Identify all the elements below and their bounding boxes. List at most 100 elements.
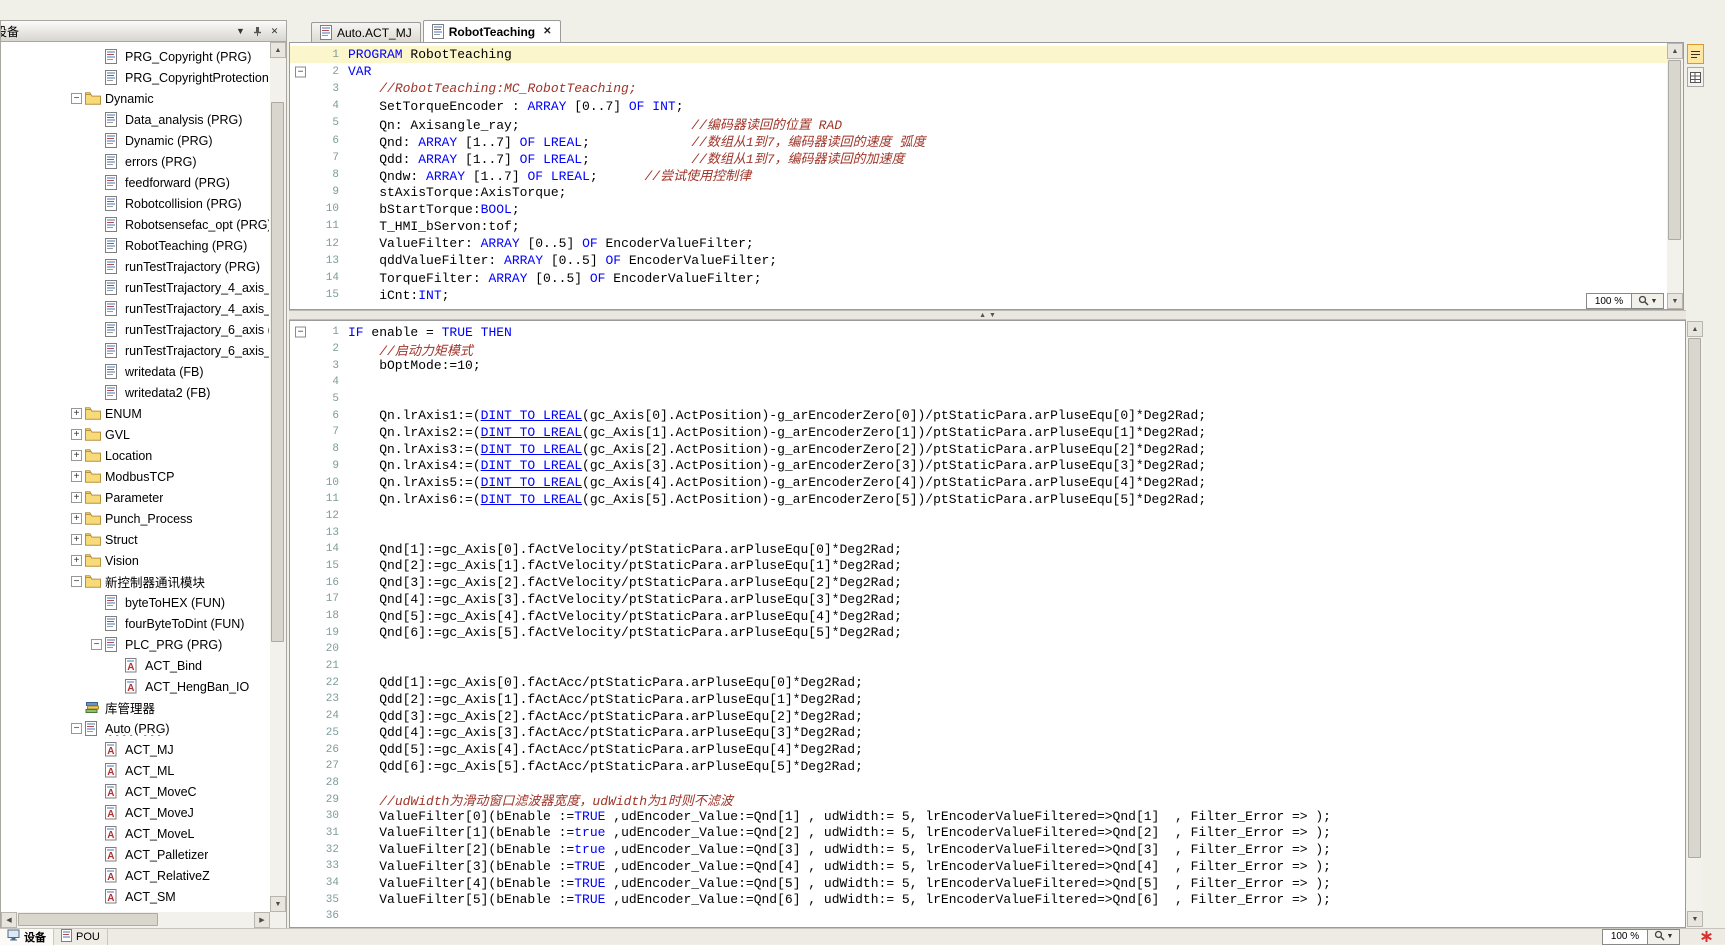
- scrollbar-thumb[interactable]: [271, 102, 284, 642]
- tree-vertical-scrollbar[interactable]: ▲ ▼: [270, 42, 286, 912]
- scroll-down-icon[interactable]: ▼: [1687, 911, 1703, 927]
- collapse-icon[interactable]: −: [71, 576, 82, 587]
- code-line-11[interactable]: 11 Qn.lrAxis6:=(DINT_TO_LREAL(gc_Axis[5]…: [290, 491, 1685, 508]
- expand-icon[interactable]: +: [71, 534, 82, 545]
- code-line-5[interactable]: 5 Qn: Axisangle_ray; //编码器读回的位置 RAD: [290, 115, 1683, 132]
- tree-item-ACT_MJ[interactable]: AACT_MJ: [1, 739, 269, 760]
- code-text[interactable]: Qn.lrAxis4:=(DINT_TO_LREAL(gc_Axis[3].Ac…: [348, 458, 1206, 473]
- tree-item-Dynamic[interactable]: −Dynamic: [1, 88, 269, 109]
- code-text[interactable]: Qn: Axisangle_ray; //编码器读回的位置 RAD: [348, 114, 842, 133]
- code-text[interactable]: ValueFilter[4](bEnable :=TRUE ,udEncoder…: [348, 876, 1331, 891]
- code-line-13[interactable]: 13: [290, 524, 1685, 541]
- code-line-25[interactable]: 25 Qdd[4]:=gc_Axis[3].fActAcc/ptStaticPa…: [290, 725, 1685, 742]
- code-line-8[interactable]: 8 Qn.lrAxis3:=(DINT_TO_LREAL(gc_Axis[2].…: [290, 441, 1685, 458]
- scroll-right-icon[interactable]: ▶: [254, 912, 270, 928]
- tree-item-errors (PRG)[interactable]: errors (PRG): [1, 151, 269, 172]
- code-text[interactable]: Qdd[4]:=gc_Axis[3].fActAcc/ptStaticPara.…: [348, 725, 863, 740]
- code-line-16[interactable]: 16 Qnd[3]:=gc_Axis[2].fActVelocity/ptSta…: [290, 574, 1685, 591]
- tree-item-Dynamic (PRG)[interactable]: Dynamic (PRG): [1, 130, 269, 151]
- code-line-35[interactable]: 35 ValueFilter[5](bEnable :=TRUE ,udEnco…: [290, 891, 1685, 908]
- tree-item-writedata (FB)[interactable]: writedata (FB): [1, 361, 269, 382]
- code-text[interactable]: VAR: [348, 64, 371, 79]
- tree-item-库管理器[interactable]: 库管理器: [1, 697, 269, 718]
- expand-icon[interactable]: +: [71, 555, 82, 566]
- code-line-13[interactable]: 13 qddValueFilter: ARRAY [0..5] OF Encod…: [290, 252, 1683, 269]
- code-text[interactable]: ValueFilter[5](bEnable :=TRUE ,udEncoder…: [348, 892, 1331, 907]
- code-line-19[interactable]: 19 Qnd[6]:=gc_Axis[5].fActVelocity/ptSta…: [290, 624, 1685, 641]
- expand-icon[interactable]: +: [71, 513, 82, 524]
- code-line-2[interactable]: −2VAR: [290, 63, 1683, 80]
- code-line-15[interactable]: 15 Qnd[2]:=gc_Axis[1].fActVelocity/ptSta…: [290, 558, 1685, 575]
- scrollbar-thumb[interactable]: [1668, 60, 1681, 240]
- code-text[interactable]: Qnd: ARRAY [1..7] OF LREAL; //数组从1到7，编码器…: [348, 131, 925, 150]
- tree-item-runTestTrajactory_6_axis_SF[interactable]: runTestTrajactory_6_axis_SF: [1, 340, 269, 361]
- devices-tab[interactable]: 设备: [0, 929, 54, 945]
- tree-item-Auto (PRG)[interactable]: −Auto (PRG): [1, 718, 269, 739]
- code-line-3[interactable]: 3 //RobotTeaching:MC_RobotTeaching;: [290, 80, 1683, 97]
- code-line-4[interactable]: 4: [290, 374, 1685, 391]
- code-text[interactable]: Qn.lrAxis1:=(DINT_TO_LREAL(gc_Axis[0].Ac…: [348, 408, 1206, 423]
- tree-item-Punch_Process[interactable]: +Punch_Process: [1, 508, 269, 529]
- declaration-scrollbar[interactable]: ▲ ▼: [1667, 43, 1683, 309]
- code-text[interactable]: Qdd[1]:=gc_Axis[0].fActAcc/ptStaticPara.…: [348, 675, 863, 690]
- code-text[interactable]: ValueFilter: ARRAY [0..5] OF EncoderValu…: [348, 236, 754, 251]
- code-text[interactable]: Qdd: ARRAY [1..7] OF LREAL; //数组从1到7，编码器…: [348, 148, 905, 167]
- code-line-11[interactable]: 11 T_HMI_bServon:tof;: [290, 218, 1683, 235]
- code-text[interactable]: ValueFilter[3](bEnable :=TRUE ,udEncoder…: [348, 859, 1331, 874]
- code-text[interactable]: ValueFilter[1](bEnable :=true ,udEncoder…: [348, 825, 1331, 840]
- code-text[interactable]: Qn.lrAxis5:=(DINT_TO_LREAL(gc_Axis[4].Ac…: [348, 475, 1206, 490]
- code-text[interactable]: Qdd[2]:=gc_Axis[1].fActAcc/ptStaticPara.…: [348, 692, 863, 707]
- code-text[interactable]: TorqueFilter: ARRAY [0..5] OF EncoderVal…: [348, 271, 762, 286]
- code-line-15[interactable]: 15 iCnt:INT;: [290, 287, 1683, 304]
- scroll-down-icon[interactable]: ▼: [270, 896, 286, 912]
- code-text[interactable]: Qnd[1]:=gc_Axis[0].fActVelocity/ptStatic…: [348, 542, 902, 557]
- code-line-26[interactable]: 26 Qdd[5]:=gc_Axis[4].fActAcc/ptStaticPa…: [290, 741, 1685, 758]
- code-line-14[interactable]: 14 TorqueFilter: ARRAY [0..5] OF Encoder…: [290, 269, 1683, 286]
- code-text[interactable]: bOptMode:=10;: [348, 358, 481, 373]
- code-line-12[interactable]: 12 ValueFilter: ARRAY [0..5] OF EncoderV…: [290, 235, 1683, 252]
- code-text[interactable]: Qnd[6]:=gc_Axis[5].fActVelocity/ptStatic…: [348, 625, 902, 640]
- tree-item-ACT_Bind[interactable]: AACT_Bind: [1, 655, 269, 676]
- code-line-36[interactable]: 36: [290, 908, 1685, 925]
- close-icon[interactable]: ✕: [266, 23, 283, 39]
- code-text[interactable]: Qnd[2]:=gc_Axis[1].fActVelocity/ptStatic…: [348, 558, 902, 573]
- tree-item-GVL[interactable]: +GVL: [1, 424, 269, 445]
- code-text[interactable]: PROGRAM RobotTeaching: [348, 47, 512, 62]
- code-line-34[interactable]: 34 ValueFilter[4](bEnable :=TRUE ,udEnco…: [290, 875, 1685, 892]
- expand-icon[interactable]: +: [71, 429, 82, 440]
- code-line-31[interactable]: 31 ValueFilter[1](bEnable :=true ,udEnco…: [290, 825, 1685, 842]
- code-line-18[interactable]: 18 Qnd[5]:=gc_Axis[4].fActVelocity/ptSta…: [290, 608, 1685, 625]
- tree-item-Robotcollision (PRG)[interactable]: Robotcollision (PRG): [1, 193, 269, 214]
- code-text[interactable]: ValueFilter[0](bEnable :=TRUE ,udEncoder…: [348, 809, 1331, 824]
- tree-item-ACT_HengBan_IO[interactable]: AACT_HengBan_IO: [1, 676, 269, 697]
- implementation-scrollbar[interactable]: ▲ ▼: [1687, 321, 1703, 927]
- tree-item-Location[interactable]: +Location: [1, 445, 269, 466]
- code-line-23[interactable]: 23 Qdd[2]:=gc_Axis[1].fActAcc/ptStaticPa…: [290, 691, 1685, 708]
- code-line-8[interactable]: 8 Qndw: ARRAY [1..7] OF LREAL; //尝试使用控制律: [290, 166, 1683, 183]
- declaration-editor[interactable]: 1PROGRAM RobotTeaching−2VAR3 //RobotTeac…: [289, 42, 1684, 310]
- code-text[interactable]: IF enable = TRUE THEN: [348, 325, 512, 340]
- tree-item-ACT_RelativeZ[interactable]: AACT_RelativeZ: [1, 865, 269, 886]
- tree-item-Data_analysis (PRG)[interactable]: Data_analysis (PRG): [1, 109, 269, 130]
- code-line-4[interactable]: 4 SetTorqueEncoder : ARRAY [0..7] OF INT…: [290, 98, 1683, 115]
- tree-item-writedata2 (FB)[interactable]: writedata2 (FB): [1, 382, 269, 403]
- tab-close-icon[interactable]: ✕: [543, 26, 551, 37]
- tree-item-ENUM[interactable]: +ENUM: [1, 403, 269, 424]
- scroll-up-icon[interactable]: ▲: [1687, 321, 1703, 337]
- table-view-button[interactable]: [1687, 67, 1704, 87]
- code-text[interactable]: Qnd[5]:=gc_Axis[4].fActVelocity/ptStatic…: [348, 609, 902, 624]
- chevron-down-icon[interactable]: ▼: [232, 23, 249, 39]
- code-text[interactable]: stAxisTorque:AxisTorque;: [348, 185, 566, 200]
- code-text[interactable]: Qnd[4]:=gc_Axis[3].fActVelocity/ptStatic…: [348, 592, 902, 607]
- tree-item-Robotsensefac_opt (PRG)[interactable]: Robotsensefac_opt (PRG): [1, 214, 269, 235]
- tree-item-PRG_Copyright (PRG)[interactable]: PRG_Copyright (PRG): [1, 46, 269, 67]
- code-line-27[interactable]: 27 Qdd[6]:=gc_Axis[5].fActAcc/ptStaticPa…: [290, 758, 1685, 775]
- tree-item-runTestTrajactory_6_axis (PR[interactable]: runTestTrajactory_6_axis (PR: [1, 319, 269, 340]
- code-line-9[interactable]: 9 stAxisTorque:AxisTorque;: [290, 184, 1683, 201]
- code-line-33[interactable]: 33 ValueFilter[3](bEnable :=TRUE ,udEnco…: [290, 858, 1685, 875]
- tree-item-Parameter[interactable]: +Parameter: [1, 487, 269, 508]
- code-text[interactable]: //启动力矩模式: [348, 340, 473, 359]
- code-text[interactable]: bStartTorque:BOOL;: [348, 202, 520, 217]
- tree-item-ACT_ML[interactable]: AACT_ML: [1, 760, 269, 781]
- code-line-21[interactable]: 21: [290, 658, 1685, 675]
